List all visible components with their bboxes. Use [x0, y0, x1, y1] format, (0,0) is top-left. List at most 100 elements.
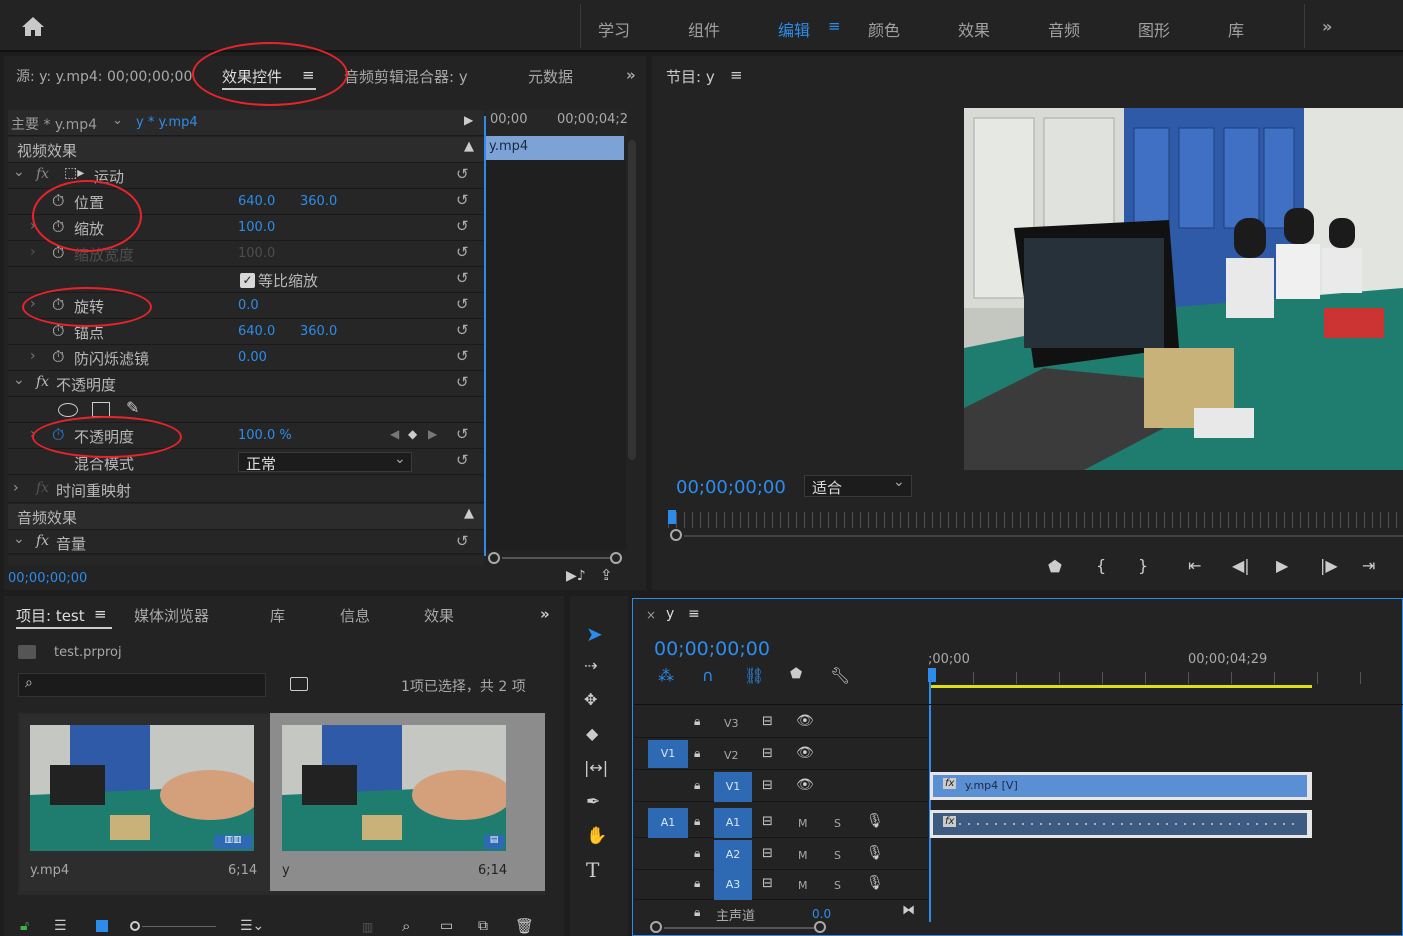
lock-icon[interactable]: 🔒︎: [694, 905, 700, 920]
workspace-tab-editing[interactable]: 编辑: [778, 17, 810, 41]
reset-icon[interactable]: ↺: [456, 532, 469, 550]
track-select-tool-icon[interactable]: ⇢: [584, 656, 597, 675]
lock-icon[interactable]: 🔒︎: [694, 778, 700, 793]
track-label[interactable]: V2: [724, 749, 739, 762]
tab-effects[interactable]: 效果: [424, 605, 454, 626]
blend-mode-select[interactable]: 正常 ⌄: [238, 451, 412, 473]
sequence-clip-label[interactable]: y * y.mp4: [136, 115, 198, 130]
eye-icon[interactable]: 👁︎: [796, 777, 814, 793]
sync-lock-icon[interactable]: ⊟: [762, 778, 773, 793]
play-audio-icon[interactable]: ▶♪: [566, 568, 586, 584]
add-marker-icon[interactable]: ⬟: [790, 666, 802, 682]
new-bin-icon[interactable]: ▭: [440, 918, 453, 934]
mark-out-icon[interactable]: }: [1138, 556, 1148, 575]
home-icon[interactable]: [20, 14, 46, 38]
timeline-playhead[interactable]: [929, 682, 931, 922]
work-area-bar[interactable]: [930, 685, 1312, 688]
solo-button[interactable]: S: [834, 879, 841, 892]
reset-icon[interactable]: ↺: [456, 295, 469, 313]
effect-time-remap[interactable]: › fx 时间重映射: [8, 477, 484, 503]
previous-keyframe-icon[interactable]: ◀: [390, 427, 399, 441]
chevron-down-icon[interactable]: ⌄: [13, 164, 25, 180]
track-label[interactable]: V3: [724, 717, 739, 730]
chevron-right-icon[interactable]: ›: [13, 480, 19, 496]
microphone-icon[interactable]: 🎙︎: [866, 813, 884, 829]
export-icon[interactable]: ⇪: [600, 566, 613, 584]
more-tabs-icon[interactable]: »: [626, 66, 636, 84]
timeline-timecode[interactable]: 00;00;00;00: [654, 638, 770, 660]
eye-icon[interactable]: 👁︎: [796, 745, 814, 761]
sync-lock-icon[interactable]: ⊟: [762, 846, 773, 861]
ec-playhead[interactable]: [484, 116, 486, 556]
lock-icon[interactable]: 🔓︎: [20, 918, 29, 934]
tab-media-browser[interactable]: 媒体浏览器: [134, 605, 209, 626]
snap-icon[interactable]: ∩: [702, 666, 714, 685]
collapse-icon[interactable]: ▲: [464, 139, 474, 154]
tab-library[interactable]: 库: [270, 605, 285, 626]
flicker-value[interactable]: 0.00: [238, 350, 267, 365]
icon-view-icon[interactable]: [96, 920, 108, 932]
master-clip-label[interactable]: 主要 * y.mp4: [11, 114, 97, 134]
zoom-handle[interactable]: [814, 921, 826, 933]
tab-source[interactable]: 源: y: y.mp4: 00;00;00;00: [16, 66, 192, 86]
program-playhead[interactable]: [668, 510, 676, 524]
clip-video-v1[interactable]: fx y.mp4 [V]: [930, 772, 1312, 800]
anchor-x-value[interactable]: 640.0: [238, 324, 275, 339]
lock-icon[interactable]: 🔒︎: [694, 714, 700, 729]
tab-info[interactable]: 信息: [340, 605, 370, 626]
uniform-scale-checkbox[interactable]: ✓: [240, 273, 255, 288]
zoom-bar[interactable]: [664, 927, 814, 929]
ec-clip-bar[interactable]: y.mp4: [486, 136, 624, 160]
reset-icon[interactable]: ↺: [456, 269, 469, 287]
go-to-in-icon[interactable]: ⇤: [1188, 556, 1201, 575]
sync-lock-icon[interactable]: ⊟: [762, 876, 773, 891]
workspace-tab-audio[interactable]: 音频: [1048, 17, 1080, 41]
chevron-down-icon[interactable]: ⌄: [13, 531, 25, 547]
lock-icon[interactable]: 🔒︎: [694, 814, 700, 829]
reset-icon[interactable]: ↺: [456, 321, 469, 339]
scale-value[interactable]: 100.0: [238, 220, 275, 235]
anchor-y-value[interactable]: 360.0: [300, 324, 337, 339]
master-volume[interactable]: 0.0: [812, 907, 831, 921]
play-icon[interactable]: ▶: [1276, 556, 1288, 575]
reset-icon[interactable]: ↺: [456, 451, 469, 469]
chevron-right-icon[interactable]: ›: [30, 348, 36, 364]
workspace-tab-assembly[interactable]: 组件: [688, 17, 720, 41]
close-icon[interactable]: ×: [646, 608, 656, 622]
slip-tool-icon[interactable]: |↔|: [584, 758, 608, 777]
workspace-tab-learn[interactable]: 学习: [598, 17, 630, 41]
position-x-value[interactable]: 640.0: [238, 194, 275, 209]
source-patch-a1[interactable]: A1: [648, 808, 688, 838]
reset-icon[interactable]: ↺: [456, 425, 469, 443]
zoom-slider[interactable]: [142, 926, 216, 927]
automate-icon[interactable]: ▥: [362, 920, 373, 934]
mark-in-icon[interactable]: {: [1096, 556, 1106, 575]
position-y-value[interactable]: 360.0: [300, 194, 337, 209]
play-triangle-icon[interactable]: ▶: [464, 113, 473, 127]
fit-select[interactable]: 适合 ⌄: [804, 474, 912, 497]
more-workspaces-icon[interactable]: »: [1322, 17, 1332, 36]
tab-project[interactable]: 项目: test: [16, 605, 85, 626]
collapse-icon[interactable]: ▲: [464, 506, 474, 521]
program-timecode[interactable]: 00;00;00;00: [676, 477, 786, 498]
mute-button[interactable]: M: [798, 879, 808, 892]
zoom-handle[interactable]: [670, 529, 682, 541]
fx-icon[interactable]: fx: [36, 166, 49, 182]
razor-tool-icon[interactable]: ◆: [586, 724, 598, 743]
nest-icon[interactable]: ⁂: [658, 666, 674, 685]
rectangle-mask-icon[interactable]: [92, 402, 110, 417]
reset-icon[interactable]: ↺: [456, 165, 469, 183]
source-patch-v1[interactable]: V1: [648, 740, 688, 768]
chevron-down-icon[interactable]: ⌄: [112, 113, 123, 128]
sync-lock-icon[interactable]: ⊟: [762, 746, 773, 761]
selection-tool-icon[interactable]: ➤: [586, 622, 603, 646]
track-label-a3[interactable]: A3: [714, 870, 752, 900]
effect-volume[interactable]: ⌄ fx 音量 ↺: [8, 530, 484, 554]
fx-icon[interactable]: fx: [36, 374, 49, 390]
lock-icon[interactable]: 🔒︎: [694, 846, 700, 861]
tab-metadata[interactable]: 元数据: [528, 66, 573, 87]
workspace-tab-effects[interactable]: 效果: [958, 17, 990, 41]
next-keyframe-icon[interactable]: ▶: [428, 427, 437, 441]
timeline-playhead-head[interactable]: [928, 668, 936, 682]
step-back-icon[interactable]: ◀|: [1232, 556, 1250, 575]
